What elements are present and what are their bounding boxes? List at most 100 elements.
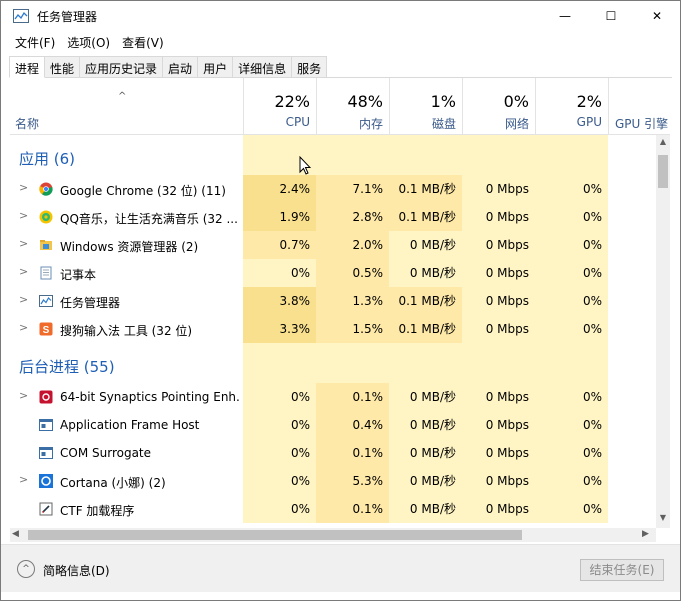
cell-gpu: 0% <box>535 439 608 467</box>
horizontal-scroll-thumb[interactable] <box>28 530 522 540</box>
chevron-up-icon[interactable]: ^ <box>17 560 35 578</box>
cell-net: 0 Mbps <box>462 383 535 411</box>
tab-performance[interactable]: 性能 <box>44 56 81 78</box>
cell-cpu: 2.4% <box>243 175 316 203</box>
column-header-cpu[interactable]: 22% CPU <box>243 78 316 134</box>
menu-bar: 文件(F) 选项(O) 查看(V) <box>1 31 680 53</box>
expand-chevron-icon[interactable]: > <box>19 473 28 486</box>
maximize-button[interactable]: ☐ <box>588 1 634 31</box>
expand-chevron-icon[interactable]: > <box>19 293 28 306</box>
horizontal-scrollbar[interactable]: ◀ ▶ <box>10 528 656 542</box>
sogou-icon: S <box>39 322 53 336</box>
process-name: Application Frame Host <box>60 418 200 432</box>
table-row[interactable]: 0% 0.1% 0 MB/秒 0 Mbps 0% COM Surrogate <box>10 439 660 467</box>
expand-chevron-icon[interactable]: > <box>19 389 28 402</box>
close-icon: ✕ <box>651 9 663 23</box>
cell-gpu: 0% <box>535 495 608 523</box>
cpu-total: 22% <box>274 92 310 111</box>
end-task-button[interactable]: 结束任务(E) <box>580 559 664 581</box>
cell-gpu: 0% <box>535 231 608 259</box>
process-rows: 应用 (6) 2.4% 7.1% 0.1 MB/秒 0 Mbps 0% > Google Ch… <box>10 135 660 523</box>
column-header-gpu[interactable]: 2% GPU <box>535 78 608 134</box>
task-manager-icon <box>39 294 53 308</box>
cell-disk: 0.1 MB/秒 <box>389 287 462 315</box>
table-row[interactable]: 0.7% 2.0% 0 MB/秒 0 Mbps 0% > Windows 资源管理器 (2) <box>10 231 660 259</box>
cell-disk: 0 MB/秒 <box>389 467 462 495</box>
scroll-down-icon[interactable]: ▼ <box>656 513 670 525</box>
process-name: 记事本 <box>60 268 97 282</box>
cell-net: 0 Mbps <box>462 231 535 259</box>
menu-file[interactable]: 文件(F) <box>9 31 61 53</box>
cell-disk: 0.1 MB/秒 <box>389 203 462 231</box>
chrome-icon <box>39 182 53 196</box>
table-row[interactable]: 0% 0.1% 0 MB/秒 0 Mbps 0% CTF 加载程序 <box>10 495 660 523</box>
title-bar[interactable]: 任务管理器 — ☐ ✕ <box>1 1 680 31</box>
ctf-icon <box>39 502 53 516</box>
column-header-name[interactable]: 名称 <box>15 115 39 132</box>
column-headers: ^ 名称 22% CPU 48% 内存 1% 磁盘 0% 网络 2% GPU G… <box>10 78 670 135</box>
column-header-network[interactable]: 0% 网络 <box>462 78 535 134</box>
tab-processes[interactable]: 进程 <box>9 56 46 78</box>
column-header-memory[interactable]: 48% 内存 <box>316 78 389 134</box>
minimize-icon: — <box>559 9 571 23</box>
menu-view[interactable]: 查看(V) <box>116 31 170 53</box>
expand-chevron-icon[interactable]: > <box>19 265 28 278</box>
table-row[interactable]: 1.9% 2.8% 0.1 MB/秒 0 Mbps 0% > QQ音乐，让生活充满音乐 (3… <box>10 203 660 231</box>
table-row[interactable]: 2.4% 7.1% 0.1 MB/秒 0 Mbps 0% > Google Chrome (… <box>10 175 660 203</box>
menu-options[interactable]: 选项(O) <box>61 31 116 53</box>
cell-cpu: 0% <box>243 411 316 439</box>
cell-mem: 7.1% <box>316 175 389 203</box>
scroll-left-icon[interactable]: ◀ <box>12 529 19 539</box>
minimize-button[interactable]: — <box>542 1 588 31</box>
cell-cpu: 0% <box>243 495 316 523</box>
table-row[interactable]: 3.8% 1.3% 0.1 MB/秒 0 Mbps 0% > 任务管理器 <box>10 287 660 315</box>
vertical-scroll-thumb[interactable] <box>658 155 668 188</box>
fewer-details-link[interactable]: 简略信息(D) <box>43 562 110 579</box>
cell-disk: 0 MB/秒 <box>389 259 462 287</box>
expand-chevron-icon[interactable]: > <box>19 209 28 222</box>
cortana-icon <box>39 474 53 488</box>
cell-mem: 1.3% <box>316 287 389 315</box>
group-header: 应用 (6) <box>10 135 660 175</box>
cell-cpu: 0% <box>243 439 316 467</box>
close-button[interactable]: ✕ <box>634 1 680 31</box>
qq-music-icon <box>39 210 53 224</box>
column-header-gpu-engine[interactable]: GPU 引擎 <box>608 78 670 134</box>
scroll-up-icon[interactable]: ▲ <box>656 137 670 149</box>
tab-strip: 进程 性能 应用历史记录 启动 用户 详细信息 服务 <box>9 56 328 78</box>
expand-chevron-icon[interactable]: > <box>19 321 28 334</box>
sort-arrow-icon: ^ <box>118 91 127 102</box>
tab-startup[interactable]: 启动 <box>162 56 199 78</box>
disk-label: 磁盘 <box>431 117 456 131</box>
cell-net: 0 Mbps <box>462 315 535 343</box>
cell-disk: 0 MB/秒 <box>389 495 462 523</box>
process-name: 任务管理器 <box>60 296 121 310</box>
group-heat-cell <box>535 343 608 383</box>
task-manager-window: 任务管理器 — ☐ ✕ 文件(F) 选项(O) 查看(V) 进程 性能 应用历史… <box>0 0 681 601</box>
process-name: Google Chrome (32 位) (11) <box>60 184 226 198</box>
tab-app-history[interactable]: 应用历史记录 <box>79 56 164 78</box>
table-row[interactable]: 0% 5.3% 0 MB/秒 0 Mbps 0% > Cortana (小娜) (2) <box>10 467 660 495</box>
cell-net: 0 Mbps <box>462 495 535 523</box>
app-frame-icon <box>39 418 53 432</box>
expand-chevron-icon[interactable]: > <box>19 237 28 250</box>
column-header-disk[interactable]: 1% 磁盘 <box>389 78 462 134</box>
cpu-label: CPU <box>285 115 310 129</box>
table-row[interactable]: 0% 0.4% 0 MB/秒 0 Mbps 0% Application Frame Ho… <box>10 411 660 439</box>
process-name: COM Surrogate <box>60 446 152 460</box>
scroll-right-icon[interactable]: ▶ <box>642 529 649 539</box>
process-name: Windows 资源管理器 (2) <box>60 240 199 254</box>
cell-mem: 0.1% <box>316 495 389 523</box>
vertical-scrollbar[interactable]: ▲ ▼ <box>656 135 670 528</box>
tab-details[interactable]: 详细信息 <box>232 56 293 78</box>
cell-net: 0 Mbps <box>462 411 535 439</box>
cell-net: 0 Mbps <box>462 259 535 287</box>
cell-mem: 0.4% <box>316 411 389 439</box>
table-row[interactable]: 3.3% 1.5% 0.1 MB/秒 0 Mbps 0% > S 搜狗输入法 工具 (32 位… <box>10 315 660 343</box>
table-row[interactable]: 0% 0.1% 0 MB/秒 0 Mbps 0% >64-bit Synaptics Po… <box>10 383 660 411</box>
tab-services[interactable]: 服务 <box>291 56 328 78</box>
cell-disk: 0 MB/秒 <box>389 439 462 467</box>
expand-chevron-icon[interactable]: > <box>19 181 28 194</box>
tab-users[interactable]: 用户 <box>197 56 234 78</box>
table-row[interactable]: 0% 0.5% 0 MB/秒 0 Mbps 0% > 记事本 <box>10 259 660 287</box>
